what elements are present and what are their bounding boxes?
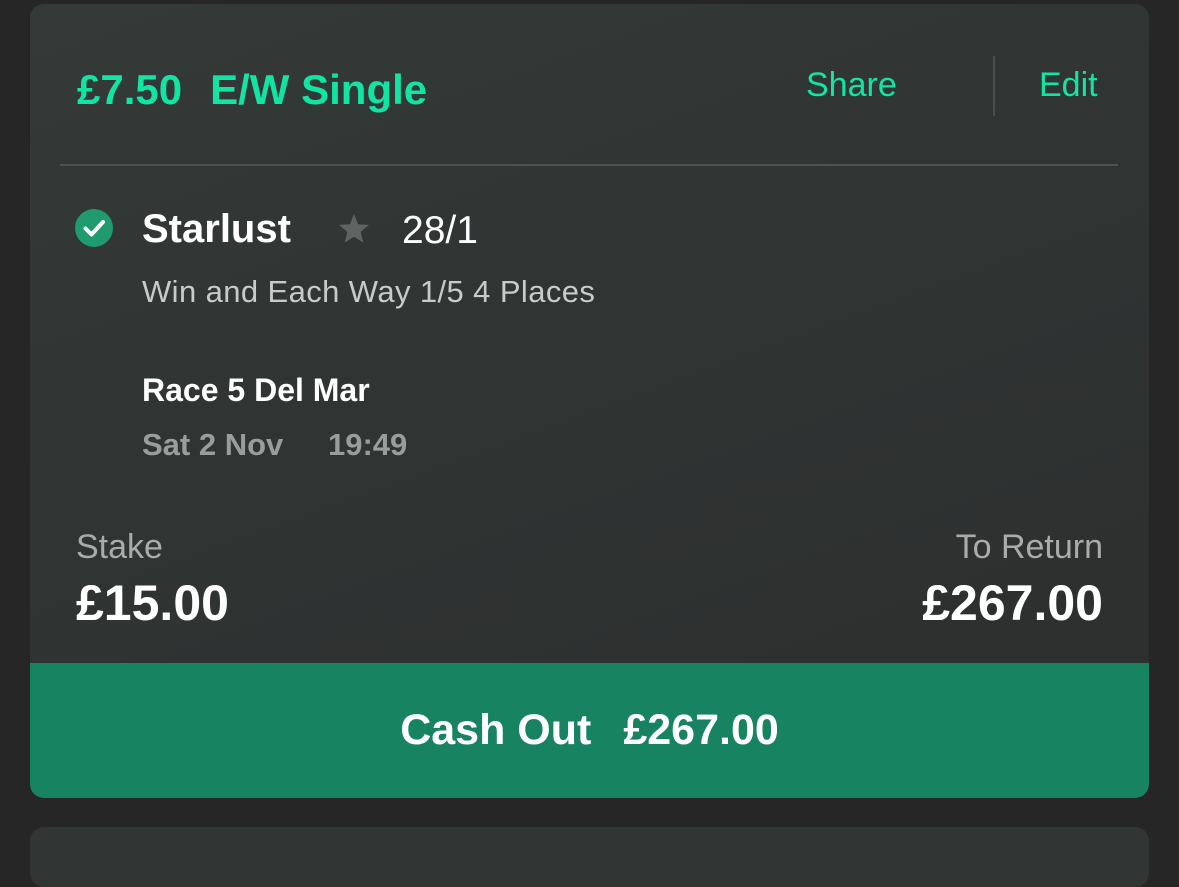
cash-out-amount: £267.00 [623,706,779,754]
selection-name: Starlust [142,207,291,251]
event-name: Race 5 Del Mar [142,372,370,408]
star-icon[interactable] [335,210,373,253]
return-value: £267.00 [922,575,1103,631]
next-bet-card [30,827,1149,887]
bet-header: £7.50 E/W Single Share Edit [30,4,1149,166]
bet-amount: £7.50 [77,66,183,113]
selection-odds: 28/1 [402,209,478,252]
bet-card: £7.50 E/W Single Share Edit Starlust 28/1… [30,4,1149,798]
header-divider [993,56,995,116]
bet-title: £7.50 E/W Single [77,66,427,114]
event-date: Sat 2 Nov [142,427,284,462]
stake-label: Stake [76,528,163,566]
bet-type: E/W Single [210,66,428,113]
cash-out-label: Cash Out [400,706,592,754]
cash-out-button[interactable]: Cash Out £267.00 [30,663,1149,798]
stake-value: £15.00 [76,575,229,631]
return-label: To Return [955,528,1103,566]
share-button[interactable]: Share [806,66,897,105]
market-description: Win and Each Way 1/5 4 Places [142,274,596,309]
check-circle-icon [75,209,113,247]
edit-button[interactable]: Edit [1039,66,1098,105]
event-time: 19:49 [328,427,408,462]
section-divider [60,164,1118,166]
